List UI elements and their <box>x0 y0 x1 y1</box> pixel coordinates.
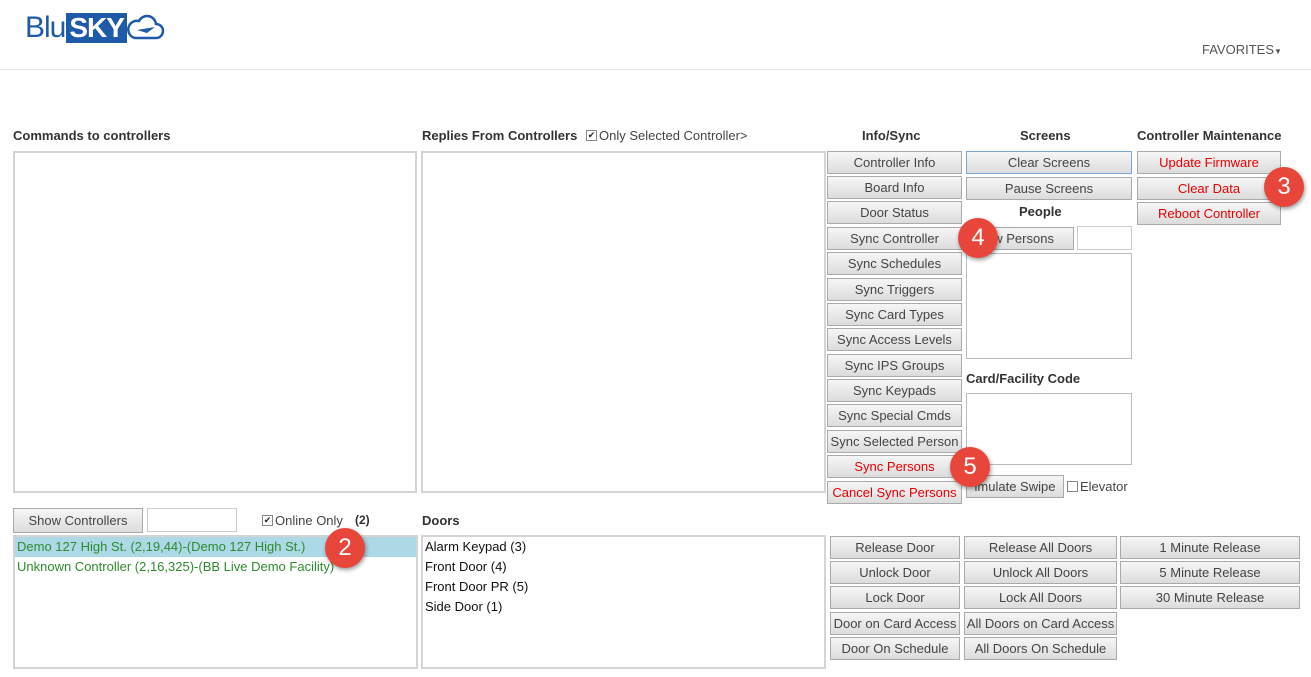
favorites-menu[interactable]: FAVORITES▼ <box>1202 42 1282 57</box>
lock-all-doors-button[interactable]: Lock All Doors <box>964 586 1117 609</box>
online-only-label: Online Only <box>275 513 343 528</box>
all-doors-on-card-access-button[interactable]: All Doors on Card Access <box>964 612 1117 635</box>
controller-row[interactable]: Unknown Controller (2,16,325)-(BB Live D… <box>17 557 334 577</box>
only-selected-label: Only Selected Controller> <box>599 128 748 143</box>
sync-special-cmds-button[interactable]: Sync Special Cmds <box>827 404 962 427</box>
door-row[interactable]: Front Door (4) <box>425 559 507 574</box>
thirty-minute-release-button[interactable]: 30 Minute Release <box>1120 586 1300 609</box>
release-all-doors-button[interactable]: Release All Doors <box>964 536 1117 559</box>
one-minute-release-button[interactable]: 1 Minute Release <box>1120 536 1300 559</box>
info-sync-title: Info/Sync <box>862 128 921 143</box>
pause-screens-button[interactable]: Pause Screens <box>966 177 1132 200</box>
elevator-checkbox[interactable]: Elevator <box>1067 479 1128 494</box>
caret-down-icon: ▼ <box>1274 47 1282 56</box>
unlock-door-button[interactable]: Unlock Door <box>830 561 960 584</box>
replies-textarea[interactable] <box>421 151 826 493</box>
callout-badge: 3 <box>1264 167 1304 207</box>
sync-selected-person-button[interactable]: Sync Selected Person <box>827 430 962 453</box>
commands-title: Commands to controllers <box>13 128 171 143</box>
people-title: People <box>1019 204 1062 219</box>
clear-screens-button[interactable]: Clear Screens <box>966 151 1132 174</box>
controllers-count: (2) <box>355 513 370 527</box>
callout-badge: 2 <box>325 528 365 568</box>
header-divider <box>0 69 1311 70</box>
logo-blu: Blu <box>25 11 66 44</box>
online-only-checkbox[interactable]: ✔ Online Only <box>262 513 343 528</box>
persons-filter-input[interactable] <box>1077 226 1132 250</box>
replies-title: Replies From Controllers <box>422 128 578 143</box>
sync-triggers-button[interactable]: Sync Triggers <box>827 278 962 301</box>
card-facility-title: Card/Facility Code <box>966 371 1081 386</box>
checkbox-checked-icon: ✔ <box>262 515 273 526</box>
brand-logo[interactable]: Blu SKY <box>25 10 165 46</box>
callout-badge: 4 <box>958 218 998 258</box>
maintenance-title: Controller Maintenance <box>1137 128 1282 143</box>
favorites-label: FAVORITES <box>1202 42 1274 57</box>
sync-ips-groups-button[interactable]: Sync IPS Groups <box>827 354 962 377</box>
door-status-button[interactable]: Door Status <box>827 201 962 224</box>
card-facility-input[interactable] <box>966 393 1132 465</box>
cancel-sync-persons-button[interactable]: Cancel Sync Persons <box>827 481 962 504</box>
clear-data-button[interactable]: Clear Data <box>1137 177 1281 200</box>
board-info-button[interactable]: Board Info <box>827 176 962 199</box>
release-door-button[interactable]: Release Door <box>830 536 960 559</box>
all-doors-on-schedule-button[interactable]: All Doors On Schedule <box>964 637 1117 660</box>
callout-badge: 5 <box>950 447 990 487</box>
doors-list[interactable]: Alarm Keypad (3) Front Door (4) Front Do… <box>421 535 826 669</box>
update-firmware-button[interactable]: Update Firmware <box>1137 151 1281 174</box>
logo-sky: SKY <box>66 13 127 43</box>
sync-keypads-button[interactable]: Sync Keypads <box>827 379 962 402</box>
five-minute-release-button[interactable]: 5 Minute Release <box>1120 561 1300 584</box>
unlock-all-doors-button[interactable]: Unlock All Doors <box>964 561 1117 584</box>
elevator-label: Elevator <box>1080 479 1128 494</box>
persons-list[interactable] <box>966 253 1132 359</box>
door-row[interactable]: Alarm Keypad (3) <box>425 539 526 554</box>
door-on-card-access-button[interactable]: Door on Card Access <box>830 612 960 635</box>
door-row[interactable]: Front Door PR (5) <box>425 579 528 594</box>
doors-title: Doors <box>422 513 460 528</box>
checkbox-empty-icon <box>1067 481 1078 492</box>
show-controllers-button[interactable]: Show Controllers <box>13 508 143 533</box>
reboot-controller-button[interactable]: Reboot Controller <box>1137 202 1281 225</box>
controller-info-button[interactable]: Controller Info <box>827 151 962 174</box>
sync-schedules-button[interactable]: Sync Schedules <box>827 252 962 275</box>
commands-textarea[interactable] <box>13 151 417 493</box>
sync-controller-button[interactable]: Sync Controller <box>827 227 962 250</box>
door-on-schedule-button[interactable]: Door On Schedule <box>830 637 960 660</box>
checkbox-checked-icon: ✔ <box>586 130 597 141</box>
sync-card-types-button[interactable]: Sync Card Types <box>827 303 962 326</box>
lock-door-button[interactable]: Lock Door <box>830 586 960 609</box>
door-row[interactable]: Side Door (1) <box>425 599 502 614</box>
cloud-icon <box>126 14 165 40</box>
controllers-filter-input[interactable] <box>147 508 237 532</box>
screens-title: Screens <box>1020 128 1071 143</box>
sync-persons-button[interactable]: Sync Persons <box>827 455 962 478</box>
only-selected-checkbox[interactable]: ✔ Only Selected Controller> <box>586 128 748 143</box>
sync-access-levels-button[interactable]: Sync Access Levels <box>827 328 962 351</box>
